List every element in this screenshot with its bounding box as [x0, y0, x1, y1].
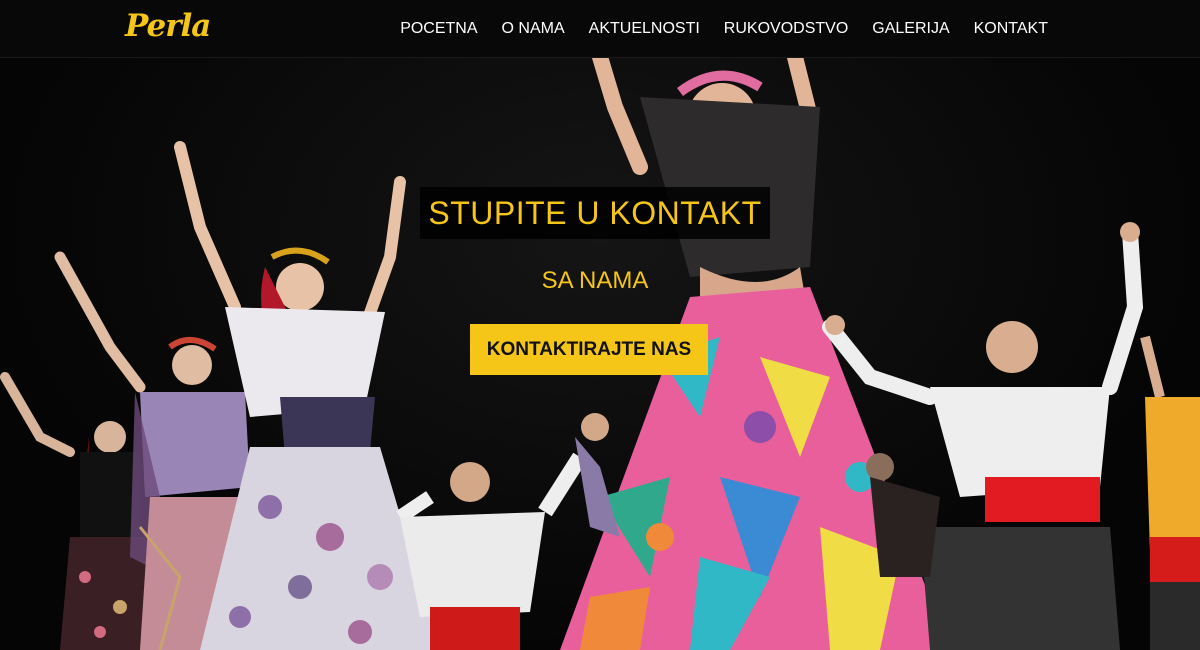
- nav-item-aktuelnosti[interactable]: AKTUELNOSTI: [577, 0, 712, 57]
- dancer-far-right: [1140, 335, 1200, 650]
- contact-us-button[interactable]: KONTAKTIRAJTE NAS: [470, 324, 708, 375]
- nav-item-o-nama[interactable]: O NAMA: [490, 0, 577, 57]
- nav-item-galerija[interactable]: GALERIJA: [860, 0, 961, 57]
- top-navbar: Perla POCETNA O NAMA AKTUELNOSTI RUKOVOD…: [0, 0, 1200, 58]
- perla-logo[interactable]: Perla: [125, 6, 211, 46]
- hero-section: STUPITE U KONTAKT SA NAMA KONTAKTIRAJTE …: [0, 57, 1200, 650]
- hero-title-box: STUPITE U KONTAKT: [420, 187, 770, 239]
- nav-item-kontakt[interactable]: KONTAKT: [962, 0, 1060, 57]
- main-nav: POCETNA O NAMA AKTUELNOSTI RUKOVODSTVO G…: [388, 0, 1060, 57]
- hero-subtitle: SA NAMA: [541, 267, 649, 294]
- hero-title: STUPITE U KONTAKT: [428, 194, 762, 231]
- nav-item-pocetna[interactable]: POCETNA: [388, 0, 489, 57]
- nav-item-rukovodstvo[interactable]: RUKOVODSTVO: [712, 0, 860, 57]
